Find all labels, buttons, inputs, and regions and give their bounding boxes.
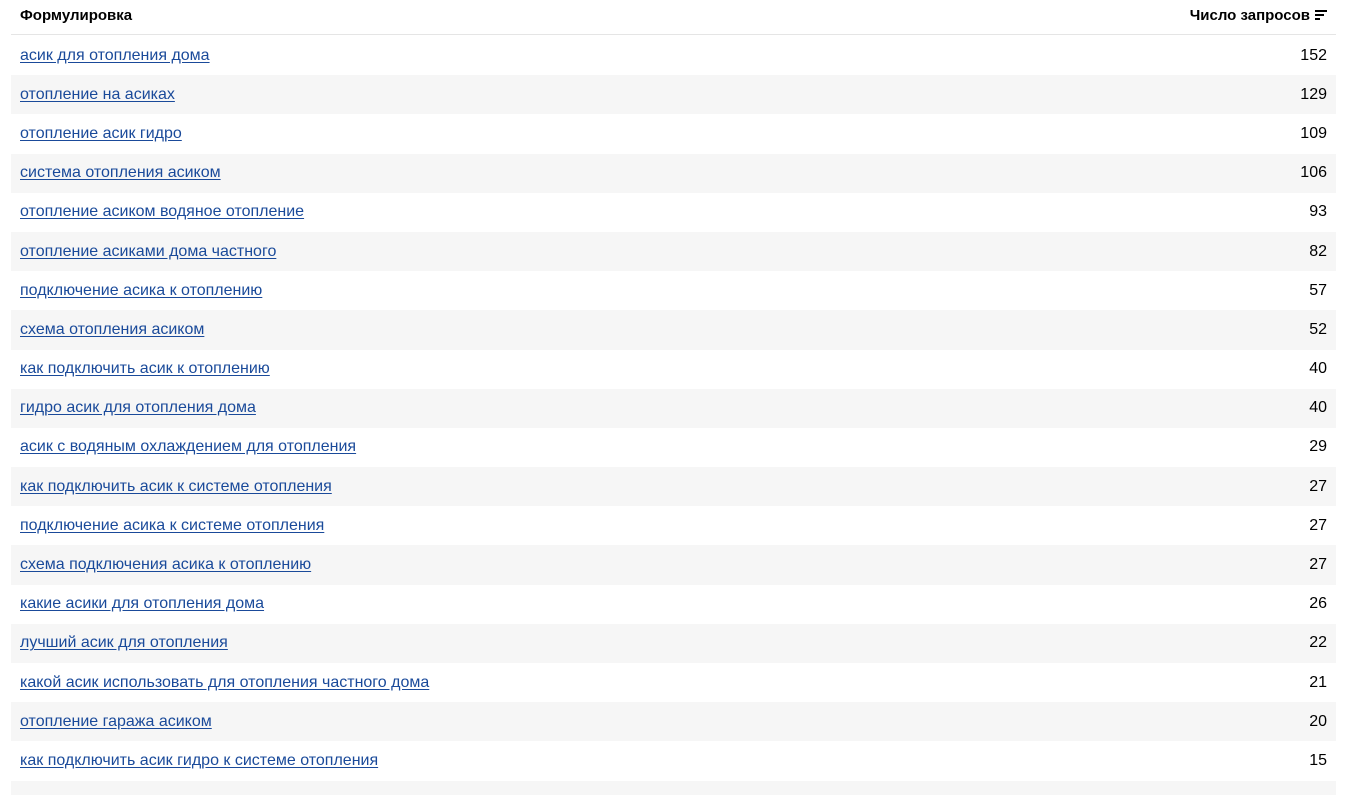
table-row: отопление асиками дома частного 82 [11,231,1336,272]
column-header-phrase[interactable]: Формулировка [20,7,132,24]
query-phrase-link[interactable]: какой асик использовать для отопления ча… [20,674,429,692]
table-row: гидро асик для отопления дома 40 [11,388,1336,428]
table-row: какие асики для отопления дома 26 [11,585,1336,624]
table-row: лучший асик для отопления 22 [11,623,1336,663]
query-phrase-link[interactable]: система отопления асиком [20,164,221,182]
query-count: 109 [1300,124,1327,142]
query-count: 21 [1309,673,1327,691]
query-phrase-link[interactable]: подключение асика к системе отопления [20,517,324,535]
query-phrase-link[interactable]: асик с водяным охлаждением для отопления [20,438,356,456]
table-row: отопление на асиках 129 [11,75,1336,115]
query-count: 26 [1309,595,1327,613]
table-row: подключение асика к отоплению 57 [11,271,1336,310]
table-body: асик для отопления дома 152 отопление на а… [11,36,1336,795]
query-phrase-link[interactable]: подключение асика к отоплению [20,282,262,300]
query-phrase-link[interactable]: отопление гаража асиком [20,713,212,731]
query-count: 27 [1309,477,1327,495]
sort-icon[interactable] [1315,9,1327,21]
table-row: асик для отопления дома 152 [11,36,1336,75]
query-phrase-link[interactable]: гидро асик для отопления дома [20,399,256,417]
query-phrase-link[interactable]: лучший асик для отопления [20,634,228,652]
column-header-count[interactable]: Число запросов [1190,7,1327,24]
query-count: 29 [1309,438,1327,456]
query-phrase-link[interactable]: схема отопления асиком [20,321,204,339]
query-phrase-link[interactable]: как подключить асик гидро к системе отоп… [20,752,378,770]
table-row: отопление асик гидро 109 [11,114,1336,153]
query-phrase-link[interactable]: отопление на асиках [20,86,175,104]
query-phrase-link[interactable]: отопление асиками дома частного [20,243,276,261]
table-row: система отопления асиком 106 [11,153,1336,193]
query-count: 40 [1309,360,1327,378]
table-row: асик с водяным охлаждением для отопления… [11,428,1336,467]
query-count: 22 [1309,634,1327,652]
query-phrase-link[interactable]: схема подключения асика к отоплению [20,556,311,574]
query-phrase-link[interactable]: как подключить асик к системе отопления [20,478,332,496]
query-count: 27 [1309,516,1327,534]
table-row-partial [11,780,1336,795]
query-count: 82 [1309,242,1327,260]
query-phrase-link[interactable]: отопление асиком водяное отопление [20,203,304,221]
query-count: 52 [1309,320,1327,338]
table-row: как подключить асик гидро к системе отоп… [11,741,1336,780]
query-count: 93 [1309,203,1327,221]
table-row: схема отопления асиком 52 [11,310,1336,350]
table-row: схема подключения асика к отоплению 27 [11,545,1336,585]
table-row: отопление асиком водяное отопление 93 [11,193,1336,232]
table-row: подключение асика к системе отопления 27 [11,506,1336,545]
query-count: 27 [1309,556,1327,574]
query-count: 57 [1309,281,1327,299]
query-phrase-link[interactable]: какие асики для отопления дома [20,595,264,613]
column-header-count-label: Число запросов [1189,6,1310,24]
queries-table: Формулировка Число запросов асик для ото… [11,0,1336,795]
table-row: отопление гаража асиком 20 [11,702,1336,742]
query-count: 15 [1309,751,1327,769]
table-row: какой асик использовать для отопления ча… [11,663,1336,702]
query-count: 152 [1300,46,1327,64]
query-count: 129 [1300,85,1327,103]
table-row: как подключить асик к системе отопления 2… [11,467,1336,507]
query-count: 40 [1309,399,1327,417]
query-phrase-link[interactable]: как подключить асик к отоплению [20,360,270,378]
query-count: 106 [1300,164,1327,182]
query-phrase-link[interactable]: отопление асик гидро [20,125,182,143]
table-row: как подключить асик к отоплению 40 [11,350,1336,389]
table-header: Формулировка Число запросов [11,0,1336,35]
query-phrase-link[interactable]: асик для отопления дома [20,47,210,65]
query-count: 20 [1309,712,1327,730]
